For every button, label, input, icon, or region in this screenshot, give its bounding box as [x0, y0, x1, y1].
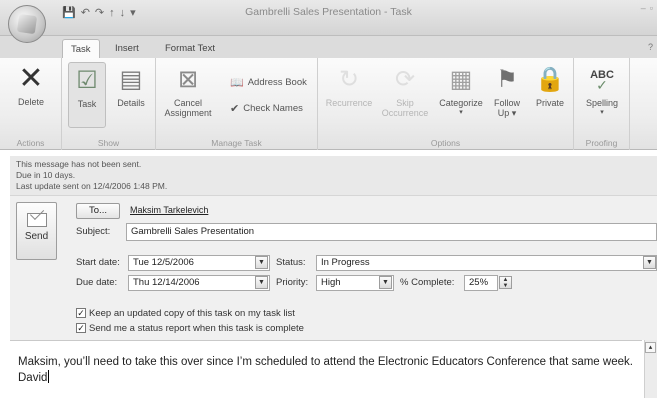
recurrence-icon: ↻ [338, 66, 360, 93]
maximize-icon[interactable]: ▫ [650, 3, 653, 13]
categorize-icon: ▦ [449, 66, 473, 93]
recurrence-button[interactable]: ↻ Recurrence [322, 65, 376, 109]
cancel-assignment-button[interactable]: ⊠ Cancel Assignment [160, 65, 216, 119]
window-title: Gambrelli Sales Presentation - Task [245, 6, 412, 18]
scroll-up-icon[interactable]: ▴ [645, 342, 656, 353]
send-envelope-icon [26, 213, 47, 227]
skip-occurrence-button[interactable]: ⟳ Skip Occurrence [378, 65, 432, 119]
group-actions: ✕ Delete Actions [0, 58, 62, 150]
skip-occurrence-icon: ⟳ [394, 66, 416, 93]
private-lock-icon: 🔒 [535, 66, 565, 93]
send-button[interactable]: Send [16, 202, 57, 260]
status-label: Status: [276, 257, 306, 268]
follow-up-flag-icon: ⚑ [496, 66, 518, 93]
task-check-icon: ☑ [76, 67, 98, 94]
due-date-label: Due date: [76, 277, 118, 288]
task-view-button[interactable]: ☑ Task [68, 62, 106, 128]
keep-copy-checkbox[interactable]: ✓ [76, 308, 86, 318]
office-logo-icon [16, 13, 38, 35]
start-date-label: Start date: [76, 257, 120, 268]
group-label-manage-task: Manage Task [211, 138, 262, 148]
subject-field[interactable]: Gambrelli Sales Presentation [126, 223, 657, 241]
private-button[interactable]: 🔒 Private [530, 65, 570, 109]
keep-copy-label: Keep an updated copy of this task on my … [89, 308, 295, 319]
status-report-checkbox[interactable]: ✓ [76, 323, 86, 333]
delete-x-icon: ✕ [18, 62, 44, 95]
follow-up-button[interactable]: ⚑ Follow Up ▾ [488, 65, 526, 119]
percent-complete-spinner-icon[interactable]: ▲ ▼ [499, 276, 512, 289]
text-cursor [48, 370, 50, 383]
address-book-button[interactable]: 📖 Address Book [230, 76, 307, 89]
tab-insert[interactable]: Insert [107, 39, 147, 58]
subject-label: Subject: [76, 226, 111, 237]
group-manage-task: ⊠ Cancel Assignment 📖 Address Book ✔ Che… [156, 58, 318, 150]
spelling-button[interactable]: ABC ✓ Spelling ▾ [580, 65, 624, 118]
to-button[interactable]: To... [76, 203, 120, 219]
details-button[interactable]: ▤ Details [110, 65, 152, 109]
cancel-assignment-icon: ⊠ [177, 66, 199, 93]
status-dropdown-icon[interactable]: ▼ [643, 256, 656, 269]
group-show: ☑ Task ▤ Details Show [62, 58, 156, 150]
start-date-dropdown-icon[interactable]: ▼ [255, 256, 268, 269]
priority-dropdown-icon[interactable]: ▼ [379, 276, 392, 289]
body-text: Maksim, you’ll need to take this over si… [18, 356, 633, 384]
body-scrollbar[interactable]: ▴ [644, 340, 657, 398]
tab-format-text[interactable]: Format Text [157, 39, 223, 58]
status-field[interactable]: In Progress [316, 255, 657, 271]
percent-complete-field[interactable]: 25% [464, 275, 498, 291]
check-names-icon: ✔ [230, 103, 240, 115]
info-last-update: Last update sent on 12/4/2006 1:48 PM. [16, 181, 168, 191]
minimize-icon[interactable]: – [641, 3, 646, 13]
group-options: ↻ Recurrence ⟳ Skip Occurrence ▦ Categor… [318, 58, 574, 150]
due-date-dropdown-icon[interactable]: ▼ [255, 276, 268, 289]
details-icon: ▤ [119, 66, 143, 93]
start-date-field[interactable]: Tue 12/5/2006 [128, 255, 270, 271]
status-report-label: Send me a status report when this task i… [89, 323, 304, 334]
spelling-abc-icon: ABC ✓ [590, 69, 614, 93]
priority-label: Priority: [276, 277, 309, 288]
info-due: Due in 10 days. [16, 170, 76, 180]
info-not-sent: This message has not been sent. [16, 159, 142, 169]
address-book-icon: 📖 [230, 77, 244, 89]
due-date-field[interactable]: Thu 12/14/2006 [128, 275, 270, 291]
percent-complete-label: % Complete: [400, 277, 455, 288]
group-label-actions: Actions [16, 138, 45, 148]
tab-task[interactable]: Task [62, 39, 100, 58]
task-body-editor[interactable]: Maksim, you’ll need to take this over si… [10, 340, 642, 398]
check-names-button[interactable]: ✔ Check Names [230, 102, 303, 115]
group-label-proofing: Proofing [585, 138, 618, 148]
group-label-options: Options [430, 138, 461, 148]
help-icon[interactable]: ? [648, 42, 653, 52]
delete-button[interactable]: ✕ Delete [10, 62, 52, 108]
categorize-button[interactable]: ▦ Categorize ▾ [436, 65, 486, 118]
window-controls: – ▫ [641, 3, 653, 13]
info-bar: This message has not been sent. Due in 1… [10, 156, 657, 196]
group-label-show: Show [97, 138, 120, 148]
office-button[interactable] [8, 5, 46, 43]
to-field[interactable]: Maksim Tarkelevich [126, 203, 657, 219]
group-proofing: ABC ✓ Spelling ▾ Proofing [574, 58, 630, 150]
